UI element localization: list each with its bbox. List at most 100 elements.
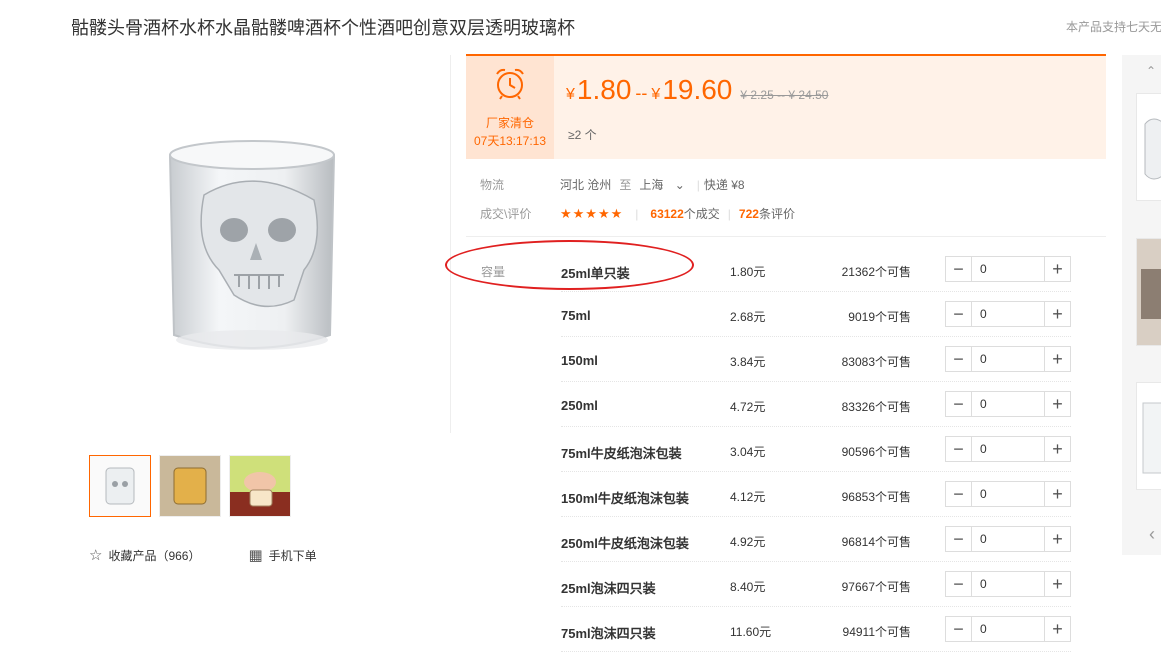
thumbnail-1[interactable] xyxy=(89,455,151,517)
beer-glass-thumb xyxy=(160,456,220,516)
spec-row: 75ml泡沫四只装 11.60元 94911个可售 − 0 + xyxy=(561,607,1071,652)
spec-price: 3.84元 xyxy=(730,355,766,369)
quantity-input[interactable]: 0 xyxy=(972,347,1044,371)
rating-label: 成交\评价 xyxy=(480,207,532,221)
skull-glass-image xyxy=(168,140,336,350)
price-panel: 厂家清仓 07天13:17:13 ¥ 1.80 -- ¥ 19.60 ¥ 2.2… xyxy=(466,54,1106,159)
decrement-button[interactable]: − xyxy=(946,617,972,641)
quantity-input[interactable]: 0 xyxy=(972,572,1044,596)
product-title: 骷髅头骨酒杯水杯水晶骷髅啤酒杯个性酒吧创意双层透明玻璃杯 xyxy=(71,18,575,38)
decrement-button[interactable]: − xyxy=(946,302,972,326)
express-fee: 快递 ¥8 xyxy=(703,178,745,192)
ship-to-word: 至 xyxy=(619,178,632,192)
decrement-button[interactable]: − xyxy=(946,482,972,506)
spec-name: 250ml xyxy=(561,398,598,413)
quantity-stepper: − 0 + xyxy=(945,481,1071,507)
quantity-input[interactable]: 0 xyxy=(972,257,1044,281)
increment-button[interactable]: + xyxy=(1044,437,1070,461)
spec-name: 250ml牛皮纸泡沫包装 xyxy=(561,536,689,551)
quantity-input[interactable]: 0 xyxy=(972,482,1044,506)
quantity-stepper: − 0 + xyxy=(945,571,1071,597)
spec-stock: 94911个可售 xyxy=(842,625,911,639)
spec-row: 25ml泡沫四只装 8.40元 97667个可售 − 0 + xyxy=(561,562,1071,607)
quantity-stepper: − 0 + xyxy=(945,526,1071,552)
spec-name: 150ml xyxy=(561,353,598,368)
related-product-2[interactable] xyxy=(1136,238,1161,346)
qr-code-icon: ▦ xyxy=(248,547,263,564)
thumbnail-2[interactable] xyxy=(159,455,221,517)
currency-symbol: ¥ xyxy=(651,86,661,103)
spec-stock: 9019个可售 xyxy=(848,310,911,324)
decrement-button[interactable]: − xyxy=(946,392,972,416)
decrement-button[interactable]: − xyxy=(946,257,972,281)
rail-scroll-up[interactable]: ⌃ xyxy=(1146,64,1156,78)
spec-price: 1.80元 xyxy=(730,265,766,279)
spec-stock: 90596个可售 xyxy=(841,445,911,459)
deals-label: 个成交 xyxy=(683,207,720,221)
quantity-input[interactable]: 0 xyxy=(972,392,1044,416)
spec-row: 150ml牛皮纸泡沫包装 4.12元 96853个可售 − 0 + xyxy=(561,472,1071,517)
mobile-order-button[interactable]: ▦ 手机下单 xyxy=(248,546,316,564)
thumbnail-3[interactable] xyxy=(229,455,291,517)
increment-button[interactable]: + xyxy=(1044,482,1070,506)
spec-price: 4.92元 xyxy=(730,535,766,549)
main-product-image[interactable] xyxy=(71,55,451,433)
quantity-input[interactable]: 0 xyxy=(972,437,1044,461)
hand-glass-thumb xyxy=(230,456,290,516)
related-product-3[interactable] xyxy=(1136,382,1161,490)
increment-button[interactable]: + xyxy=(1044,527,1070,551)
section-divider xyxy=(466,236,1106,237)
skull-glass-thumb xyxy=(105,467,135,505)
spec-row: 250ml 4.72元 83326个可售 − 0 + xyxy=(561,382,1071,427)
price-low: 1.80 xyxy=(576,74,632,105)
minimum-order: ≥2 个 xyxy=(568,128,597,142)
chevron-down-icon: ⌄ xyxy=(674,178,685,192)
logistics-label: 物流 xyxy=(480,178,505,192)
spec-price: 3.04元 xyxy=(730,445,766,459)
promo-label: 厂家清仓 xyxy=(485,116,534,130)
reviews-count[interactable]: 722 xyxy=(739,207,759,221)
quantity-stepper: − 0 + xyxy=(945,256,1071,282)
related-product-1[interactable] xyxy=(1136,93,1161,201)
reviews-label: 条评价 xyxy=(758,207,795,221)
quantity-stepper: − 0 + xyxy=(945,391,1071,417)
currency-symbol: ¥ xyxy=(566,86,575,103)
rating-stars: ★★★★★ xyxy=(560,205,624,221)
ship-to-select[interactable]: 上海 ⌄ xyxy=(639,176,684,193)
increment-button[interactable]: + xyxy=(1044,302,1070,326)
quantity-input[interactable]: 0 xyxy=(972,302,1044,326)
spec-name: 25ml泡沫四只装 xyxy=(561,581,656,596)
decrement-button[interactable]: − xyxy=(946,572,972,596)
chevron-left-icon[interactable]: ‹ xyxy=(1149,524,1155,545)
decrement-button[interactable]: − xyxy=(946,437,972,461)
spec-row: 150ml 3.84元 83083个可售 − 0 + xyxy=(561,337,1071,382)
increment-button[interactable]: + xyxy=(1044,257,1070,281)
favorite-product-button[interactable]: ☆ 收藏产品（966） xyxy=(89,546,200,564)
spec-name: 75ml牛皮纸泡沫包装 xyxy=(561,446,682,461)
increment-button[interactable]: + xyxy=(1044,617,1070,641)
quantity-stepper: − 0 + xyxy=(945,616,1071,642)
decrement-button[interactable]: − xyxy=(946,527,972,551)
spec-row: 25ml单只装 1.80元 21362个可售 − 0 + xyxy=(561,247,1071,292)
divider: | xyxy=(696,177,700,192)
increment-button[interactable]: + xyxy=(1044,392,1070,416)
decrement-button[interactable]: − xyxy=(946,347,972,371)
original-price: ¥ 2.25 -- ¥ 24.50 xyxy=(740,88,829,102)
spec-table: 25ml单只装 1.80元 21362个可售 − 0 + 75ml 2.68元 … xyxy=(561,247,1071,652)
deals-count[interactable]: 63122 xyxy=(650,207,683,221)
spec-name: 150ml牛皮纸泡沫包装 xyxy=(561,491,689,506)
quantity-stepper: − 0 + xyxy=(945,436,1071,462)
spec-name: 75ml xyxy=(561,308,591,323)
price-high: 19.60 xyxy=(662,74,733,105)
increment-button[interactable]: + xyxy=(1044,572,1070,596)
logistics-row: 物流 河北 沧州 至 上海 ⌄ | 快递 ¥8 xyxy=(480,176,745,193)
related-product-image xyxy=(1137,239,1161,345)
quantity-stepper: − 0 + xyxy=(945,346,1071,372)
price-separator: -- xyxy=(635,83,648,103)
increment-button[interactable]: + xyxy=(1044,347,1070,371)
star-outline-icon: ☆ xyxy=(89,547,103,564)
promo-badge: 厂家清仓 07天13:17:13 xyxy=(466,56,554,159)
quantity-input[interactable]: 0 xyxy=(972,617,1044,641)
quantity-input[interactable]: 0 xyxy=(972,527,1044,551)
alarm-clock-icon xyxy=(496,68,524,100)
